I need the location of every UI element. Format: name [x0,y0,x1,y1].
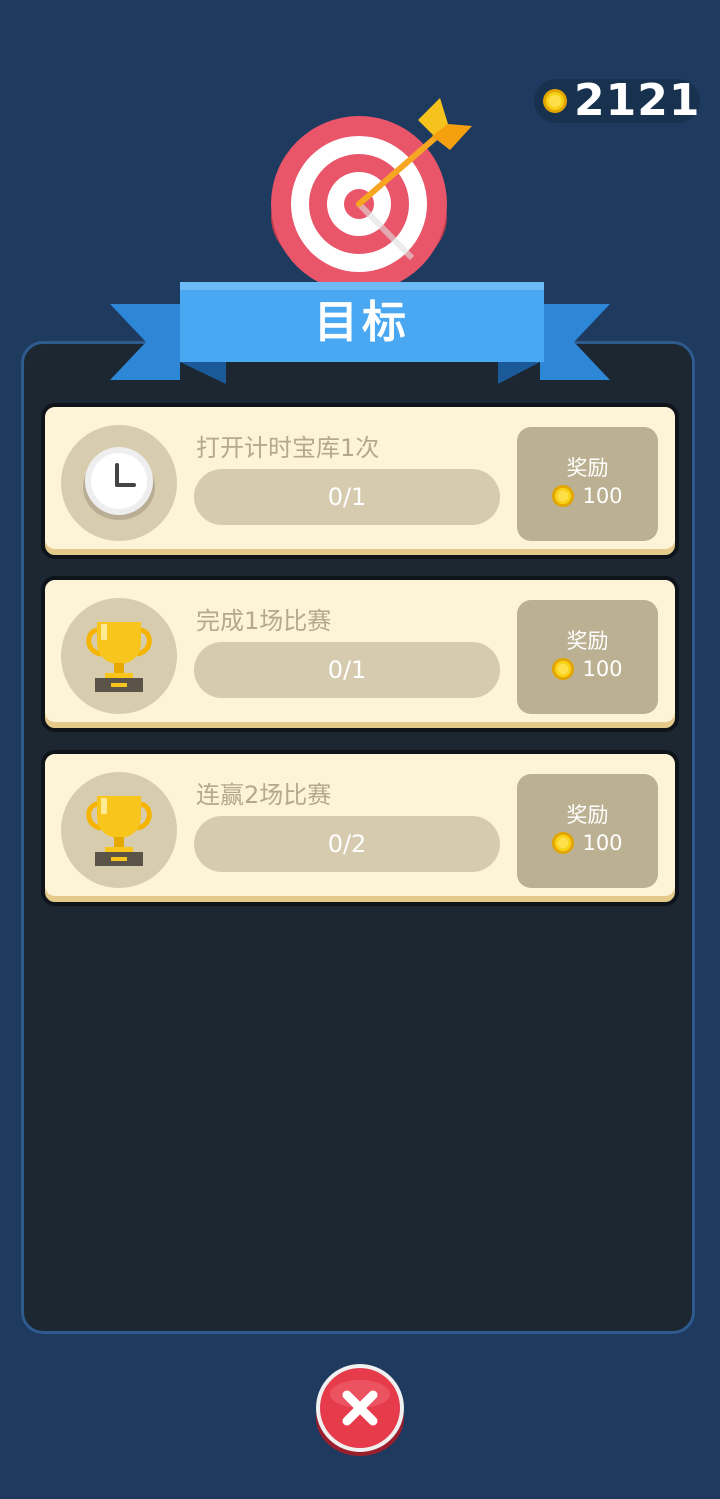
claim-reward-button[interactable]: 奖励 100 [517,427,658,541]
progress-text: 0/1 [327,656,367,684]
reward-amount: 100 [517,830,658,856]
reward-amount: 100 [517,656,658,682]
goal-card: 完成1场比赛 0/1 奖励 100 [41,576,679,732]
gold-coin-icon [552,658,575,680]
goal-title: 完成1场比赛 [196,607,332,635]
reward-label: 奖励 [566,456,609,480]
goal-card: 连赢2场比赛 0/2 奖励 100 [41,750,679,906]
gold-coin-icon [543,89,567,113]
claim-reward-button[interactable]: 奖励 100 [517,774,658,888]
goal-icon-holder [61,425,177,541]
target-arrow-icon [271,98,472,292]
progress-bar: 0/1 [194,469,500,525]
progress-text: 0/2 [327,830,367,858]
trophy-icon [86,796,152,866]
reward-label: 奖励 [566,803,609,827]
trophy-icon [86,622,152,692]
goal-title: 打开计时宝库1次 [196,434,380,462]
goal-icon-holder [61,598,177,714]
goal-card: 打开计时宝库1次 0/1 奖励 100 [41,403,679,559]
close-button[interactable] [314,1364,406,1456]
reward-amount-value: 100 [582,831,623,855]
reward-amount-value: 100 [582,657,623,681]
progress-bar: 0/1 [194,642,500,698]
claim-reward-button[interactable]: 奖励 100 [517,600,658,714]
reward-amount: 100 [517,483,658,509]
gold-coin-icon [552,832,575,854]
progress-bar: 0/2 [194,816,500,872]
coin-balance: 2121 [534,75,701,126]
page-title: 目标 [314,297,410,348]
coin-balance-value: 2121 [574,75,701,126]
gold-coin-icon [552,485,575,507]
goal-title: 连赢2场比赛 [196,781,332,809]
reward-amount-value: 100 [582,484,623,508]
reward-label: 奖励 [566,629,609,653]
goal-icon-holder [61,772,177,888]
progress-text: 0/1 [327,483,367,511]
clock-icon [83,447,155,520]
